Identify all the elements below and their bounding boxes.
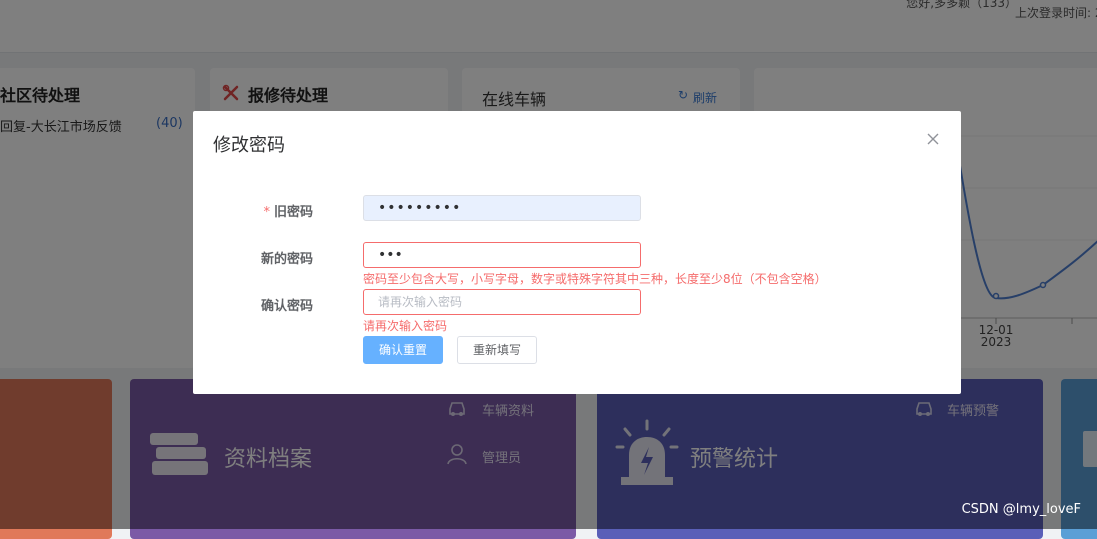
new-password-error: 密码至少包含大写，小写字母，数字或特殊字符其中三种，长度至少8位（不包含空格）: [363, 272, 827, 286]
required-mark: *: [263, 205, 270, 220]
close-icon[interactable]: [925, 131, 941, 147]
new-password-label: 新的密码: [260, 252, 313, 267]
csdn-watermark: CSDN @lmy_loveF: [961, 502, 1081, 517]
confirm-password-label: 确认密码: [260, 299, 313, 314]
refill-button[interactable]: 重新填写: [457, 336, 537, 364]
confirm-reset-button[interactable]: 确认重置: [363, 336, 443, 364]
new-password-input[interactable]: [363, 242, 641, 268]
change-password-dialog: 修改密码 *旧密码 新的密码 密码至少包含大写，小写字母，数字或特殊字符其中三种…: [193, 111, 961, 394]
confirm-password-input[interactable]: [363, 289, 641, 315]
old-password-label: * 旧密码: [263, 205, 313, 220]
old-password-input[interactable]: [363, 195, 641, 221]
dialog-title: 修改密码: [213, 135, 285, 156]
confirm-password-error: 请再次输入密码: [363, 319, 448, 333]
